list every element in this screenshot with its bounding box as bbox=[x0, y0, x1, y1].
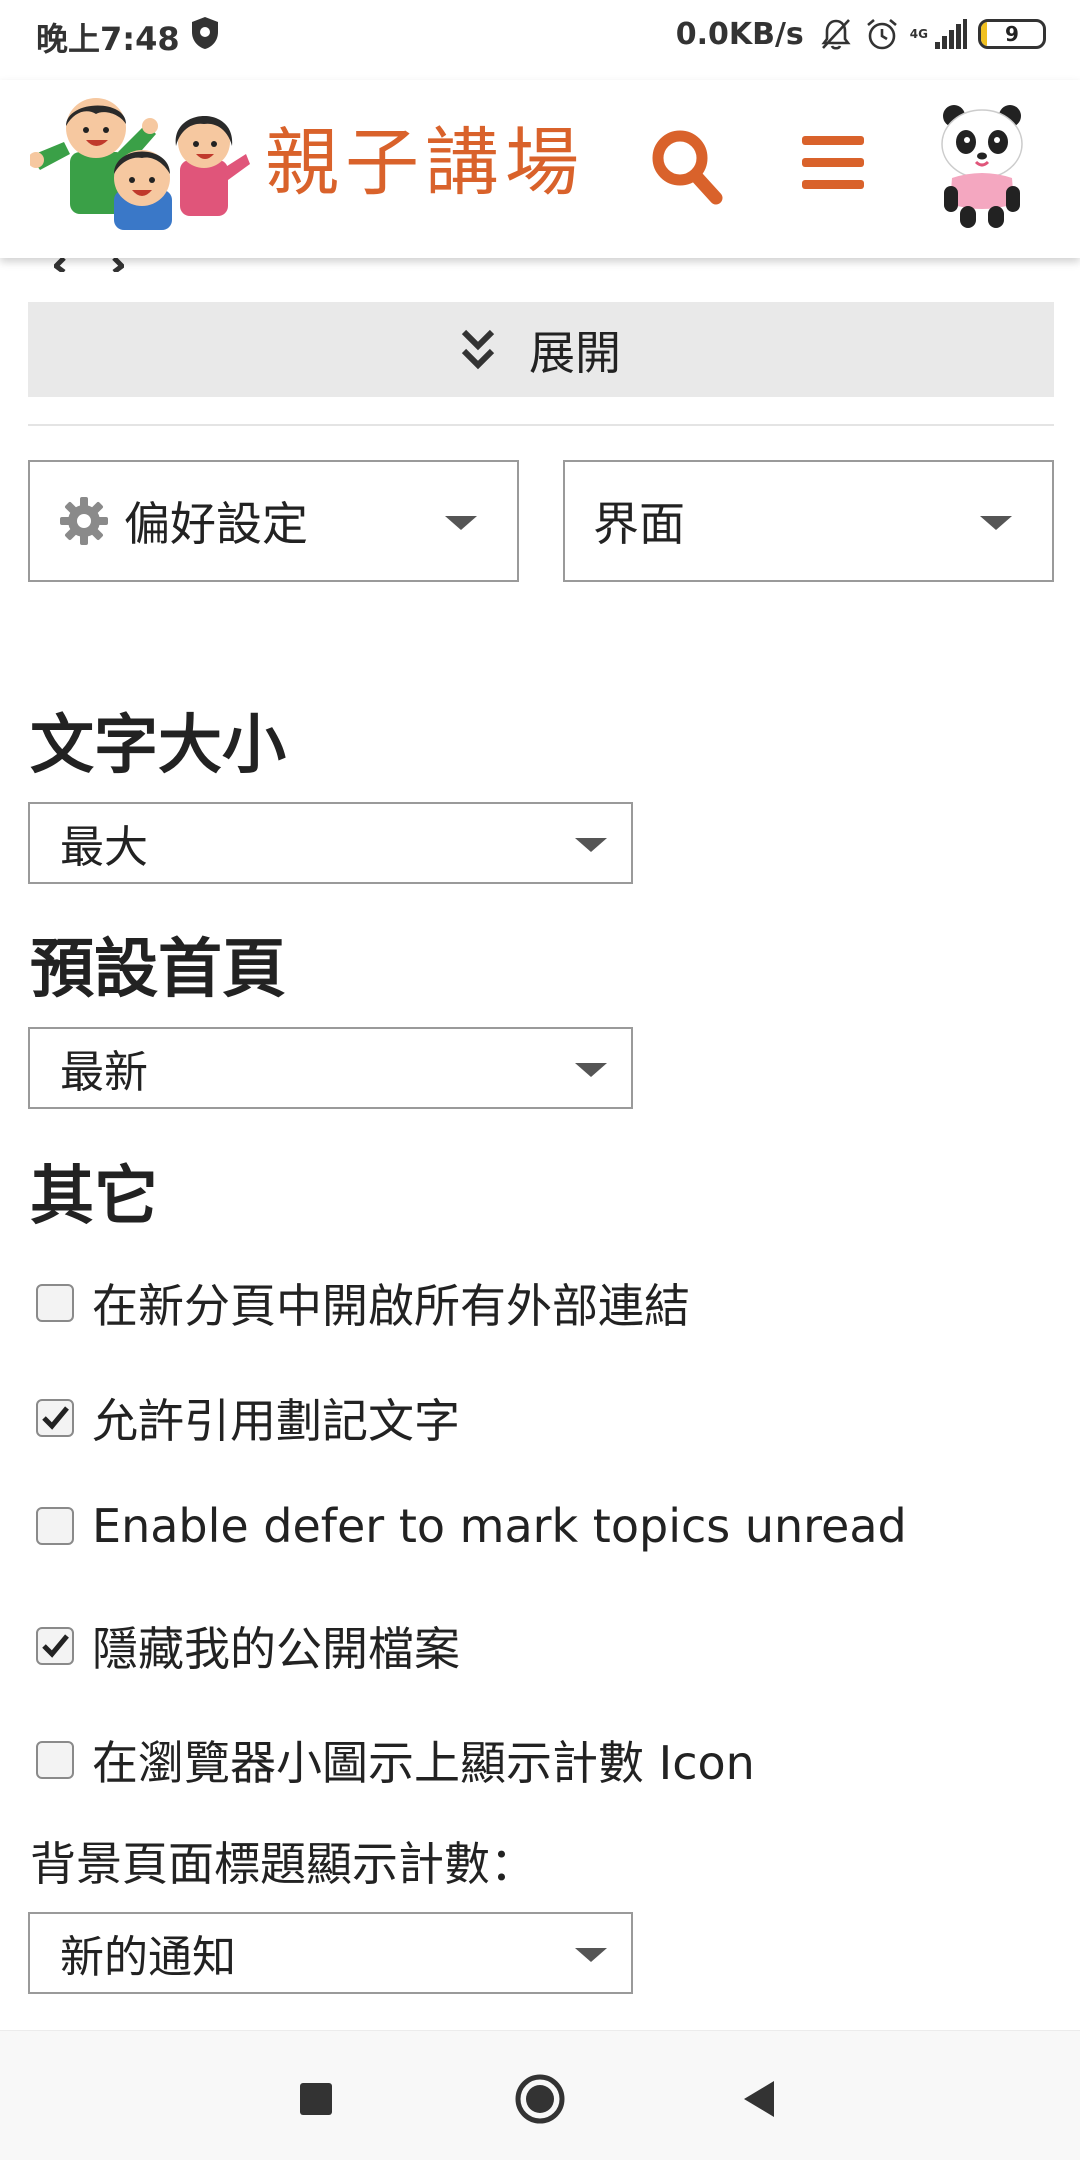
option-label: 允許引用劃記文字 bbox=[92, 1394, 460, 1448]
search-icon[interactable] bbox=[648, 122, 724, 212]
bell-muted-icon bbox=[821, 19, 851, 50]
site-header: 親子講場 bbox=[0, 80, 1080, 258]
bg-title-count-select[interactable]: 新的通知 bbox=[28, 1912, 633, 1994]
option-label: Enable defer to mark topics unread bbox=[92, 1499, 907, 1553]
option-defer-mark-unread[interactable]: Enable defer to mark topics unread bbox=[36, 1499, 907, 1553]
expand-button[interactable]: 展開 bbox=[28, 302, 1054, 397]
shield-icon bbox=[192, 17, 218, 49]
interface-label: 界面 bbox=[593, 497, 685, 551]
option-label: 在新分頁中開啟所有外部連結 bbox=[92, 1279, 690, 1333]
system-nav-bar bbox=[0, 2030, 1080, 2160]
chevron-down-icon bbox=[575, 1948, 607, 1962]
battery-icon: 9 bbox=[978, 19, 1046, 49]
status-bar: 晚上7:48 0.0KB/s 4G 9 bbox=[0, 0, 1080, 80]
other-heading: 其它 bbox=[30, 1160, 158, 1234]
checkmark-icon bbox=[42, 1634, 69, 1658]
hamburger-menu-icon[interactable] bbox=[800, 130, 866, 196]
bg-title-count-label: 背景頁面標題顯示計數： bbox=[30, 1837, 536, 1891]
default-home-heading: 預設首頁 bbox=[30, 933, 286, 1007]
panda-avatar-icon[interactable] bbox=[936, 102, 1028, 232]
expand-label: 展開 bbox=[529, 325, 621, 380]
checkbox[interactable] bbox=[36, 1741, 74, 1779]
checkbox[interactable] bbox=[36, 1627, 74, 1665]
checkbox[interactable] bbox=[36, 1284, 74, 1322]
option-favicon-count[interactable]: 在瀏覽器小圖示上顯示計數 Icon bbox=[36, 1727, 755, 1793]
home-circle-icon[interactable] bbox=[510, 2069, 570, 2129]
network-speed: 0.0KB/s bbox=[675, 16, 804, 52]
network-type: 4G bbox=[909, 27, 928, 41]
option-open-external-links[interactable]: 在新分頁中開啟所有外部連結 bbox=[36, 1270, 690, 1336]
chevron-down-icon bbox=[575, 838, 607, 852]
font-size-select[interactable]: 最大 bbox=[28, 802, 633, 884]
divider bbox=[28, 424, 1054, 426]
option-hide-public-profile[interactable]: 隱藏我的公開檔案 bbox=[36, 1613, 460, 1679]
default-home-select[interactable]: 最新 bbox=[28, 1027, 633, 1109]
chevron-down-icon bbox=[445, 516, 477, 530]
font-size-value: 最大 bbox=[60, 822, 148, 873]
default-home-value: 最新 bbox=[60, 1047, 148, 1098]
double-chevron-down-icon bbox=[461, 329, 495, 369]
back-triangle-icon[interactable] bbox=[730, 2069, 790, 2129]
checkbox[interactable] bbox=[36, 1507, 74, 1545]
option-allow-quote-highlight[interactable]: 允許引用劃記文字 bbox=[36, 1385, 460, 1451]
bg-title-count-value: 新的通知 bbox=[60, 1932, 236, 1983]
font-size-heading: 文字大小 bbox=[30, 709, 286, 783]
chevron-down-icon bbox=[980, 516, 1012, 530]
alarm-icon bbox=[866, 19, 897, 50]
signal-icon bbox=[935, 19, 967, 49]
checkmark-icon bbox=[42, 1406, 69, 1430]
recents-square-icon[interactable] bbox=[286, 2069, 346, 2129]
preferences-label: 偏好設定 bbox=[124, 497, 308, 551]
battery-level: 9 bbox=[1005, 22, 1019, 46]
checkbox[interactable] bbox=[36, 1399, 74, 1437]
status-right-cluster: 0.0KB/s 4G 9 bbox=[676, 12, 1046, 56]
option-label: 在瀏覽器小圖示上顯示計數 Icon bbox=[92, 1736, 755, 1790]
status-time: 晚上7:48 bbox=[36, 20, 180, 58]
gear-icon bbox=[60, 497, 108, 545]
chevron-down-icon bbox=[575, 1063, 607, 1077]
site-title[interactable]: 親子講場 bbox=[265, 118, 585, 208]
option-label: 隱藏我的公開檔案 bbox=[92, 1622, 460, 1676]
interface-dropdown[interactable]: 界面 bbox=[563, 460, 1054, 582]
chevron-partial-icon bbox=[54, 258, 124, 272]
preferences-dropdown[interactable]: 偏好設定 bbox=[28, 460, 519, 582]
family-logo-icon[interactable] bbox=[30, 94, 250, 230]
